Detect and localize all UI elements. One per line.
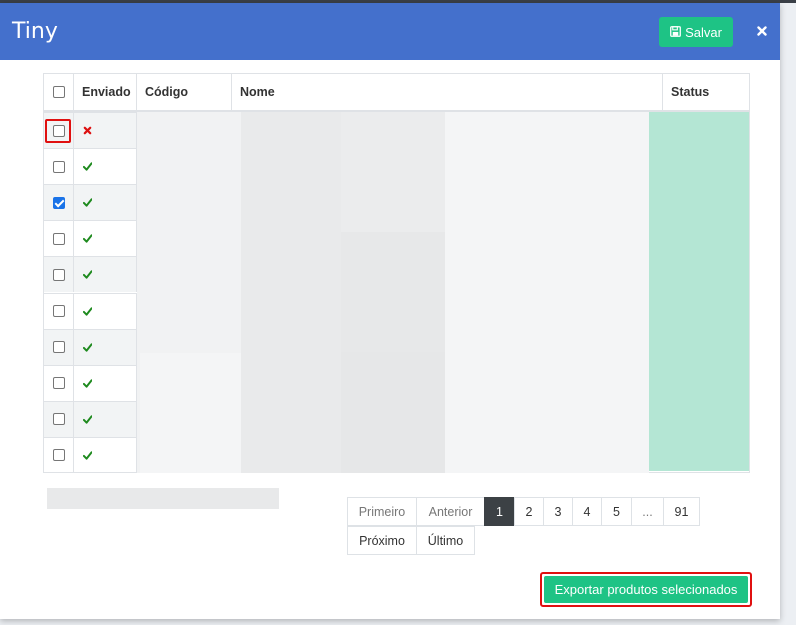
export-selected-button[interactable]: Exportar produtos selecionados: [544, 576, 748, 603]
page-ellipsis: ...: [631, 497, 664, 526]
row-checkbox[interactable]: [52, 305, 65, 317]
status-cells: [649, 112, 749, 471]
row-select-cell: [44, 401, 74, 437]
page-previous-button[interactable]: Anterior: [416, 497, 485, 526]
redacted-block: [341, 352, 445, 473]
checkbox-highlight: [45, 119, 71, 143]
table-row: [44, 184, 137, 221]
check-icon: [83, 415, 92, 424]
products-table: Enviado Código Nome Status: [43, 73, 750, 473]
enviado-cell: [74, 185, 137, 221]
save-icon: [670, 25, 681, 40]
row-select-cell: [44, 221, 74, 257]
row-select-cell: [44, 257, 74, 293]
row-select-cell: [44, 293, 74, 329]
save-button[interactable]: Salvar: [659, 17, 733, 47]
page-3-button[interactable]: 3: [543, 497, 573, 526]
page-1-button[interactable]: 1: [484, 497, 515, 526]
column-header-enviado[interactable]: Enviado: [74, 74, 137, 110]
page-5-button[interactable]: 5: [601, 497, 632, 526]
row-checkbox[interactable]: [52, 449, 65, 462]
row-checkbox[interactable]: [52, 341, 65, 354]
row-select-cell: [44, 365, 74, 401]
table-row: [44, 436, 137, 473]
redacted-record-count: [47, 488, 279, 509]
check-icon: [83, 198, 92, 207]
check-icon: [83, 451, 92, 460]
row-select-cell: [44, 437, 74, 473]
page-next-button[interactable]: Próximo: [347, 526, 417, 555]
table-row: [44, 400, 137, 437]
redacted-block: [241, 112, 341, 473]
row-checkbox[interactable]: [52, 268, 65, 281]
page-4-button[interactable]: 4: [572, 497, 602, 526]
page-last-button[interactable]: Último: [416, 526, 475, 555]
redacted-block: [445, 112, 649, 473]
row-checkbox[interactable]: [52, 377, 65, 390]
cross-icon: [83, 126, 92, 135]
table-row: [44, 148, 137, 185]
column-header-codigo[interactable]: Código: [137, 74, 232, 110]
export-button-highlight: Exportar produtos selecionados: [540, 572, 752, 607]
enviado-cell: [74, 221, 137, 257]
check-icon: [83, 270, 92, 280]
table-row: [44, 328, 137, 365]
select-all-checkbox[interactable]: [52, 86, 65, 98]
check-icon: [83, 162, 92, 171]
row-select-cell: [44, 185, 74, 221]
enviado-cell: [74, 329, 137, 365]
row-select-cell: [44, 329, 74, 365]
table-row: [44, 256, 137, 293]
row-checkbox[interactable]: [52, 160, 65, 173]
page-91-button[interactable]: 91: [663, 497, 700, 526]
redacted-block: [341, 232, 445, 352]
enviado-cell: [74, 437, 137, 473]
modal-title: Tiny: [12, 19, 58, 44]
table-row: [44, 292, 137, 329]
enviado-cell: [74, 401, 137, 437]
enviado-cell: [74, 365, 137, 401]
row-checkbox[interactable]: [52, 413, 65, 426]
close-button[interactable]: [754, 24, 770, 40]
table-row: [44, 364, 137, 401]
check-icon: [83, 342, 92, 352]
column-header-status[interactable]: Status: [663, 74, 749, 110]
row-checkbox[interactable]: [52, 196, 65, 209]
redacted-block: [140, 353, 241, 473]
table-row: [44, 220, 137, 257]
modal-header: Tiny Salvar: [0, 3, 780, 60]
column-header-nome[interactable]: Nome: [232, 74, 663, 110]
redacted-content-area: [137, 112, 749, 473]
row-checkbox[interactable]: [52, 232, 65, 245]
table-row: [44, 112, 137, 148]
check-icon: [83, 379, 92, 388]
check-icon: [83, 234, 92, 243]
close-icon: [757, 23, 767, 41]
row-select-cell: [44, 149, 74, 185]
check-icon: [83, 306, 92, 316]
select-all-cell: [44, 74, 74, 110]
page-2-button[interactable]: 2: [514, 497, 544, 526]
row-select-cell: [44, 113, 74, 148]
enviado-cell: [74, 293, 137, 329]
enviado-cell: [74, 257, 137, 293]
enviado-cell: [74, 113, 137, 148]
save-button-label: Salvar: [685, 24, 722, 40]
table-header: Enviado Código Nome Status: [44, 74, 749, 112]
page-first-button[interactable]: Primeiro: [347, 497, 417, 526]
enviado-cell: [74, 149, 137, 185]
